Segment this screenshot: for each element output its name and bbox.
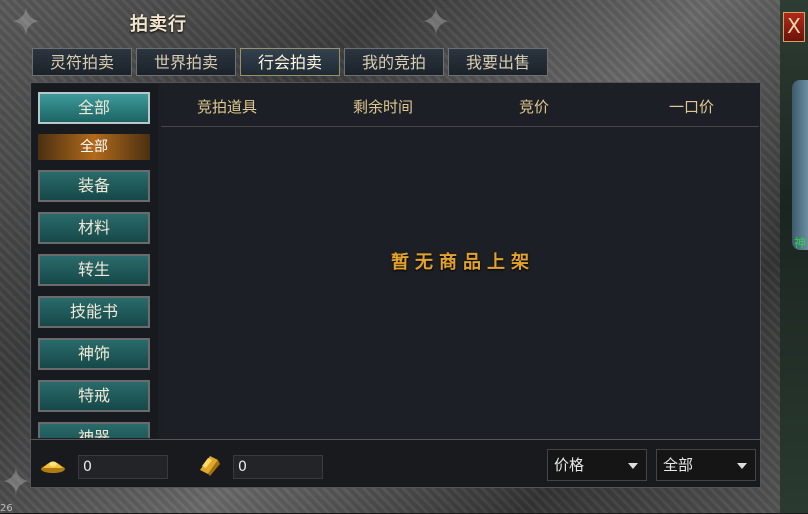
column-bid: 竞价 — [519, 98, 550, 116]
gold-ingot-icon — [41, 461, 65, 473]
sort-select-value: 价格 — [554, 456, 585, 474]
auction-list: 竞拍道具 剩余时间 竞价 一口价 暂无商品上架 — [161, 84, 759, 438]
category-skillbook-button[interactable]: 技能书 — [38, 296, 150, 328]
tab-world-auction[interactable]: 世界拍卖 — [136, 48, 236, 76]
ingot-amount-field: 0 — [78, 455, 168, 479]
column-time-left: 剩余时间 — [353, 98, 414, 116]
tab-my-bids[interactable]: 我的竞拍 — [344, 48, 444, 76]
corner-text: 26 — [0, 503, 13, 514]
column-item: 竞拍道具 — [197, 98, 258, 116]
tab-sell[interactable]: 我要出售 — [448, 48, 548, 76]
gold-bar-icon — [200, 456, 220, 476]
gold-amount-field: 0 — [233, 455, 323, 479]
category-ornament-button[interactable]: 神饰 — [38, 338, 150, 370]
npc-figure — [792, 80, 808, 250]
tab-guild-auction[interactable]: 行会拍卖 — [240, 48, 340, 76]
category-artifact-button[interactable]: 神器 — [38, 422, 150, 438]
chevron-down-icon — [628, 463, 638, 469]
category-all-button[interactable]: 全部 — [38, 92, 150, 124]
empty-message: 暂无商品上架 — [391, 252, 535, 273]
auction-tabs: 灵符拍卖 世界拍卖 行会拍卖 我的竞拍 我要出售 — [32, 48, 548, 78]
category-equipment-button[interactable]: 装备 — [38, 170, 150, 202]
dragon-ornament-icon: ✦ — [420, 0, 452, 44]
sort-select[interactable]: 价格 — [547, 449, 647, 481]
dragon-ornament-icon: ✦ — [10, 0, 42, 44]
subcategory-all[interactable]: 全部 — [38, 134, 150, 160]
category-filter-select[interactable]: 全部 — [656, 449, 756, 481]
category-sidebar: 全部 全部 装备 材料 转生 技能书 神饰 特戒 神器 — [32, 84, 158, 438]
close-button[interactable]: X — [783, 12, 805, 42]
column-buyout: 一口价 — [669, 98, 715, 116]
category-filter-value: 全部 — [663, 456, 694, 474]
category-rebirth-button[interactable]: 转生 — [38, 254, 150, 286]
window-title: 拍卖行 — [130, 14, 187, 35]
chevron-down-icon — [737, 463, 747, 469]
table-header: 竞拍道具 剩余时间 竞价 一口价 — [161, 84, 759, 127]
game-scene-background: 神 — [780, 0, 808, 513]
tab-talisman-auction[interactable]: 灵符拍卖 — [32, 48, 132, 76]
npc-name-label: 神 — [794, 236, 807, 250]
dragon-ornament-icon: ✦ — [0, 460, 32, 504]
category-special-ring-button[interactable]: 特戒 — [38, 380, 150, 412]
category-materials-button[interactable]: 材料 — [38, 212, 150, 244]
